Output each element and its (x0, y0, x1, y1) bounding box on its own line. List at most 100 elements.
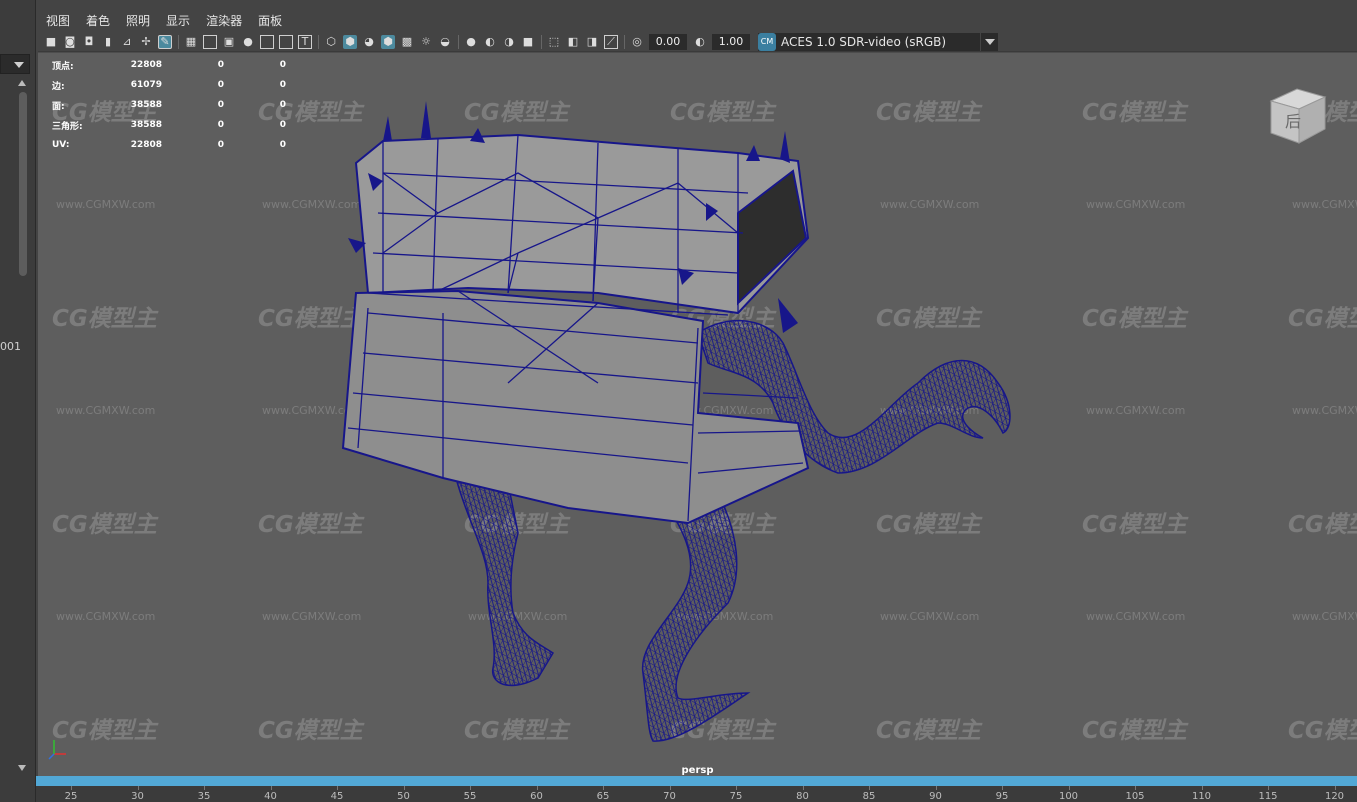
toolbar-separator (541, 34, 542, 49)
hud-row: 面: 38588 0 0 (52, 95, 286, 115)
xray-icon[interactable]: ◧ (566, 35, 580, 49)
hud-label: 面: (52, 101, 65, 112)
ruler-tick-label: 95 (995, 791, 1009, 802)
camera-attributes-icon[interactable]: ◙ (63, 35, 77, 49)
view-transform-label: ACES 1.0 SDR-video (sRGB) (781, 34, 947, 49)
field-chart-icon[interactable] (260, 34, 274, 49)
isolate-select-icon[interactable]: ⬚ (547, 35, 561, 49)
ruler-tick (137, 786, 139, 790)
resolution-gate-icon[interactable]: ▣ (222, 35, 236, 49)
hud-total: 38588 (130, 100, 162, 110)
view-transform-dropdown[interactable]: CM ACES 1.0 SDR-video (sRGB) (758, 32, 998, 51)
exposure-icon[interactable]: ◎ (630, 35, 644, 49)
gate-mask-icon[interactable]: ● (241, 35, 255, 49)
front-leg (641, 492, 751, 742)
outliner-dropdown[interactable] (0, 54, 30, 74)
depth-of-field-icon[interactable]: ■ (521, 35, 535, 49)
hud-selected: 0 (217, 140, 224, 150)
use-all-lights-icon[interactable]: ☼ (419, 35, 433, 49)
gamma-icon[interactable]: ◐ (693, 35, 707, 49)
safe-title-icon[interactable]: T (298, 34, 312, 49)
grid-icon[interactable]: ▦ (184, 35, 198, 49)
grease-pencil-icon[interactable]: ✎ (158, 34, 172, 49)
hud-row: 顶点: 22808 0 0 (52, 55, 286, 75)
safe-action-icon[interactable] (279, 34, 293, 49)
back-leg (454, 477, 555, 687)
timeline-bar[interactable] (36, 776, 1357, 786)
hud-row: 三角形: 38588 0 0 (52, 115, 286, 135)
hud-component: 0 (279, 60, 286, 70)
scroll-up-icon[interactable] (18, 80, 26, 86)
time-ruler[interactable]: 25 30 35 40 45 50 55 60 65 70 75 80 85 90 95 100 105 110 1… (36, 786, 1357, 802)
outliner-item-label[interactable]: 001 (0, 340, 21, 353)
menu-lighting[interactable]: 照明 (126, 12, 150, 29)
xray-joints-icon[interactable]: ⟋ (604, 34, 618, 49)
hud-row: 边: 61079 0 0 (52, 75, 286, 95)
toolbar-separator (458, 34, 459, 49)
menu-view[interactable]: 视图 (46, 12, 70, 29)
shadows-icon[interactable]: ◒ (438, 35, 452, 49)
textured-icon[interactable]: ▩ (400, 35, 414, 49)
ruler-tick-label: 65 (596, 791, 610, 802)
poly-count-hud: 顶点: 22808 0 0 边: 61079 0 0 面: 38588 0 0 三角形: 38588 0 0 U… (52, 55, 286, 155)
mimic-chest-model[interactable] (38, 53, 1357, 778)
ruler-tick-label: 25 (64, 791, 78, 802)
outliner-panel: 001 (0, 0, 36, 802)
hud-selected: 0 (217, 120, 224, 130)
ruler-tick (1135, 786, 1136, 790)
xray-active-icon[interactable]: ◨ (585, 35, 599, 49)
hud-total: 38588 (130, 120, 162, 130)
ruler-tick-label: 50 (397, 791, 410, 802)
ruler-tick (71, 786, 72, 790)
ruler-tick (270, 786, 272, 790)
multisample-aa-icon[interactable]: ◑ (502, 35, 516, 49)
ruler-tick-label: 35 (197, 791, 211, 802)
bookmark-icon[interactable]: ▮ (101, 35, 115, 49)
ruler-tick-label: 45 (330, 791, 344, 802)
hud-label: UV: (52, 140, 70, 150)
ruler-tick-label: 120 (1324, 791, 1345, 802)
ruler-tick-label: 100 (1058, 791, 1079, 802)
smooth-shade-icon[interactable]: ⬢ (343, 34, 357, 49)
menu-show[interactable]: 显示 (166, 12, 190, 29)
hud-row: UV: 22808 0 0 (52, 135, 286, 155)
gamma-field[interactable]: 1.00 (712, 33, 750, 50)
color-management-icon[interactable]: CM (758, 32, 776, 51)
screen-space-ao-icon[interactable]: ● (464, 35, 478, 49)
hud-label: 三角形: (52, 121, 83, 132)
ruler-tick (1201, 786, 1203, 790)
wireframe-on-shaded-icon[interactable]: ⬢ (381, 34, 395, 49)
wireframe-icon[interactable]: ⬡ (324, 35, 338, 49)
ruler-tick-label: 55 (463, 791, 477, 802)
hud-total: 22808 (130, 60, 162, 70)
ruler-tick (470, 786, 471, 790)
menu-renderer[interactable]: 渲染器 (206, 12, 242, 29)
ruler-tick-label: 30 (131, 791, 144, 802)
exposure-field[interactable]: 0.00 (649, 33, 687, 50)
scroll-down-icon[interactable] (18, 765, 26, 771)
ruler-tick (403, 786, 405, 790)
hud-component: 0 (279, 120, 286, 130)
ruler-tick-label: 70 (663, 791, 676, 802)
default-material-icon[interactable]: ◕ (362, 35, 376, 49)
select-camera-icon[interactable]: ■ (44, 35, 58, 49)
film-gate-icon[interactable] (203, 34, 217, 49)
outliner-scrollbar[interactable] (19, 92, 27, 276)
ruler-tick (802, 786, 804, 790)
menu-shading[interactable]: 着色 (86, 12, 110, 29)
hud-selected: 0 (217, 80, 224, 90)
motion-blur-icon[interactable]: ◐ (483, 35, 497, 49)
bookmark-camera-icon[interactable]: ◘ (82, 35, 96, 49)
chevron-down-icon[interactable] (980, 32, 998, 51)
viewport-menubar: 视图 着色 照明 显示 渲染器 面板 (38, 8, 1357, 32)
menu-panels[interactable]: 面板 (258, 12, 282, 29)
ruler-tick-label: 80 (796, 791, 809, 802)
3d-viewport[interactable]: CG模型主 www.CGMXW.com CG模型主 www.CGMXW.com CG模型… (38, 53, 1357, 778)
ruler-tick (1268, 786, 1269, 790)
viewcube[interactable]: 后 (1265, 83, 1329, 147)
ruler-tick (736, 786, 737, 790)
image-plane-icon[interactable]: ⊿ (120, 35, 134, 49)
ruler-tick (869, 786, 870, 790)
2d-pan-zoom-icon[interactable]: ✢ (139, 35, 153, 49)
hud-component: 0 (279, 140, 286, 150)
